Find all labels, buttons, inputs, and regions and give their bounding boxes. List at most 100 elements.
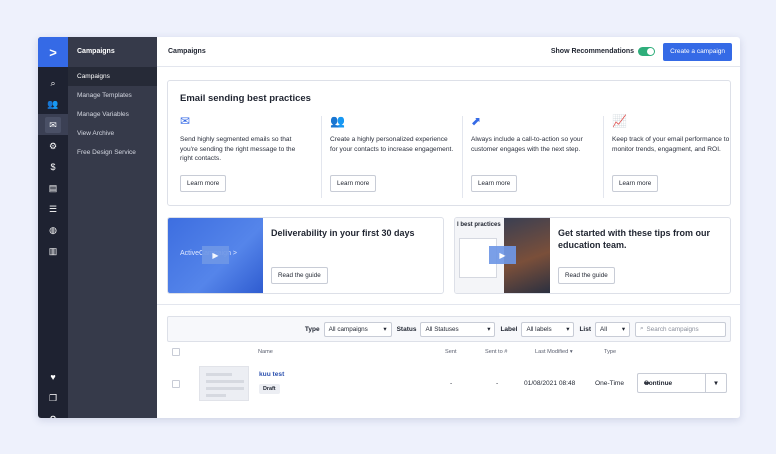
deliverability-guide-card: ActiveCampaign > ▶ Deliverability in you… [167, 217, 444, 294]
contacts-icon[interactable]: 👥 [38, 93, 68, 114]
divider [603, 116, 604, 198]
tip-card: 👥 Create a highly personalized experienc… [321, 114, 456, 198]
tip-text: Send highly segmented emails so that you… [180, 136, 296, 162]
campaigns-icon[interactable]: ✉ [38, 114, 68, 135]
deals-icon[interactable]: $ [38, 156, 68, 177]
play-icon[interactable]: ▶ [489, 246, 516, 264]
row-checkbox[interactable] [172, 380, 180, 388]
play-icon[interactable]: ▶ [202, 246, 229, 264]
automations-icon[interactable]: ⚙ [38, 135, 68, 156]
search-campaigns-input[interactable]: ⌕ Search campaigns [635, 321, 726, 337]
status-filter-value: All Statuses [425, 325, 459, 333]
sidebar: Campaigns Campaigns Manage Templates Man… [68, 37, 157, 418]
list-filter-select[interactable]: All ▾ [595, 321, 630, 337]
campaign-name-link[interactable]: kuu test [259, 371, 284, 378]
logo-icon[interactable]: > [38, 37, 68, 67]
guide-thumbnail[interactable]: ActiveCampaign > ▶ [168, 218, 263, 293]
sidebar-item-view-archive[interactable]: View Archive [68, 124, 157, 143]
reports-icon[interactable]: ▥ [38, 240, 68, 261]
learn-more-button[interactable]: Learn more [612, 175, 659, 192]
label-filter-value: All labels [526, 325, 552, 333]
status-badge: Draft [259, 384, 280, 394]
website-icon-glyph: ◍ [49, 224, 57, 235]
search-placeholder: Search campaigns [646, 325, 699, 333]
conversations-icon[interactable]: ▤ [38, 177, 68, 198]
chevron-down-icon[interactable]: ▾ [706, 374, 726, 392]
heart-icon-glyph: ♥ [50, 371, 56, 382]
app-window: > ⌕ 👥 ✉ ⚙ $ ▤ ☰ ◍ ▥ ♥ ❐ ⚙ Campaigns Camp… [38, 37, 740, 418]
select-all-checkbox[interactable] [172, 348, 180, 356]
read-guide-button[interactable]: Read the guide [271, 267, 328, 284]
tip-text: Create a highly personalized experience … [330, 136, 454, 153]
status-filter-label: Status [396, 325, 417, 333]
sidebar-item-campaigns[interactable]: Campaigns [68, 67, 157, 86]
learn-more-button[interactable]: Learn more [330, 175, 377, 192]
search-icon-glyph: ⌕ [50, 77, 56, 88]
best-practices-title: Email sending best practices [180, 93, 311, 104]
lists-icon[interactable]: ☰ [38, 198, 68, 219]
people-icon: 👥 [330, 114, 345, 128]
continue-label: Continue [644, 379, 673, 387]
chevron-down-icon: ▾ [621, 325, 625, 333]
thumbnail-caption: l best practices [457, 222, 501, 228]
card-title: Deliverability in your first 30 days [271, 228, 415, 238]
recommendations-toggle-group: Show Recommendations [550, 47, 656, 56]
divider [321, 116, 322, 198]
section-divider [157, 304, 740, 305]
sidebar-item-manage-variables[interactable]: Manage Variables [68, 105, 157, 124]
sidebar-title: Campaigns [77, 48, 115, 55]
campaign-thumbnail[interactable] [199, 366, 249, 401]
website-icon[interactable]: ◍ [38, 219, 68, 240]
status-filter-select[interactable]: All Statuses ▾ [420, 321, 496, 337]
chevron-down-icon: ▾ [383, 325, 387, 333]
settings-icon[interactable]: ⚙ [38, 408, 68, 419]
contacts-icon-glyph: 👥 [47, 98, 59, 109]
heart-icon[interactable]: ♥ [38, 366, 68, 387]
main-content: Campaigns Show Recommendations Create a … [157, 37, 740, 418]
lists-icon-glyph: ☰ [48, 203, 58, 214]
pages-icon-glyph: ❐ [48, 392, 58, 403]
tip-text: Always include a call-to-action so your … [471, 136, 583, 153]
recommendations-toggle[interactable] [638, 47, 656, 56]
label-filter-select[interactable]: All labels ▾ [521, 321, 575, 337]
automations-icon-glyph: ⚙ [48, 140, 58, 151]
reports-icon-glyph: ▥ [48, 245, 58, 256]
conversations-icon-glyph: ▤ [48, 182, 58, 193]
search-icon[interactable]: ⌕ [38, 72, 68, 93]
last-modified-value: 01/08/2021 08:48 [524, 380, 576, 387]
column-sent[interactable]: Sent [445, 349, 457, 355]
type-filter-value: All campaigns [328, 325, 368, 333]
top-bar: Campaigns Show Recommendations Create a … [157, 37, 740, 67]
continue-button[interactable]: ➡ Continue [638, 374, 706, 392]
sort-arrow-icon: ▾ [569, 349, 573, 355]
education-tips-card: l best practices ▶ Get started with thes… [454, 217, 731, 294]
type-filter-select[interactable]: All campaigns ▾ [323, 321, 392, 337]
envelope-check-icon: ✉ [180, 114, 191, 128]
column-type[interactable]: Type [604, 349, 616, 355]
tip-card: ✉ Send highly segmented emails so that y… [180, 114, 306, 192]
column-last-modified[interactable]: Last Modified ▾ [535, 349, 573, 355]
learn-more-button[interactable]: Learn more [471, 175, 518, 192]
page-title: Campaigns [168, 48, 206, 55]
sidebar-item-manage-templates[interactable]: Manage Templates [68, 86, 157, 105]
column-sent-to[interactable]: Sent to # [485, 349, 507, 355]
sent-value: - [450, 380, 453, 387]
sidebar-item-free-design-service[interactable]: Free Design Service [68, 143, 157, 162]
trend-chart-icon: 📈 [612, 114, 627, 128]
education-thumbnail[interactable]: l best practices ▶ [455, 218, 550, 293]
type-filter-label: Type [304, 325, 320, 333]
create-campaign-button[interactable]: Create a campaign [663, 42, 732, 61]
settings-icon-glyph: ⚙ [45, 411, 61, 419]
read-guide-button[interactable]: Read the guide [558, 267, 615, 284]
toggle-label: Show Recommendations [550, 48, 635, 55]
pages-icon[interactable]: ❐ [38, 387, 68, 408]
list-filter-label: List [579, 325, 591, 333]
type-value: One-Time [595, 380, 625, 387]
column-name[interactable]: Name [258, 349, 273, 355]
table-header: Name Sent Sent to # Last Modified ▾ Type [167, 344, 731, 360]
label-filter-label: Label [500, 325, 518, 333]
divider [462, 116, 463, 198]
cursor-icon: ⬈ [471, 114, 482, 128]
tip-text: Keep track of your email performance to … [612, 136, 730, 153]
learn-more-button[interactable]: Learn more [180, 175, 227, 192]
